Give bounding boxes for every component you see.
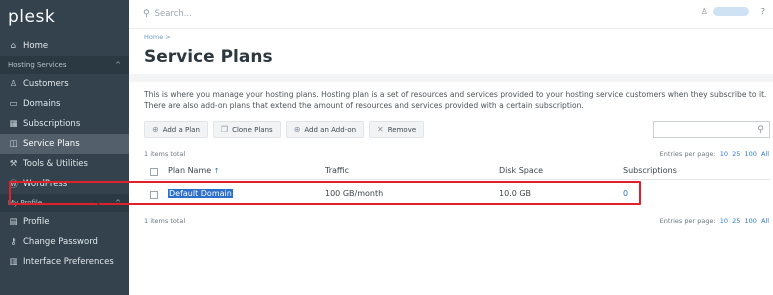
page-title: Service Plans	[144, 47, 273, 67]
layout-icon: ▥	[9, 257, 18, 267]
add-plan-icon: ⊕	[152, 125, 159, 134]
person-icon: ♙	[9, 79, 18, 89]
items-total-bottom: 1 items total	[144, 217, 186, 225]
add-addon-button[interactable]: ⊕ Add an Add-on	[285, 121, 365, 138]
add-addon-icon: ⊕	[293, 125, 301, 134]
search-input[interactable]: Search...	[155, 9, 192, 19]
top-right-controls: ♙ ?	[701, 7, 765, 16]
entries-label: Entries per page:	[659, 217, 716, 225]
sidebar-item-interface-preferences[interactable]: ▥ Interface Preferences	[0, 252, 129, 272]
sidebar-item-label: Subscriptions	[23, 119, 81, 129]
remove-button[interactable]: ✕ Remove	[369, 121, 425, 138]
items-total: 1 items total	[144, 150, 186, 158]
entries-option-all[interactable]: All	[761, 217, 769, 225]
sidebar-item-label: Home	[23, 41, 49, 51]
tools-icon: ⚒	[9, 159, 18, 169]
sidebar-item-change-password[interactable]: ⚷ Change Password	[0, 232, 129, 252]
sidebar-item-label: Interface Preferences	[23, 257, 114, 267]
entries-option-all[interactable]: All	[761, 150, 769, 158]
mouse-cursor-icon: ↖	[93, 198, 102, 209]
monitor-icon: ▭	[9, 99, 18, 109]
button-label: Add a Plan	[162, 125, 200, 134]
global-search[interactable]: ⚲ Search...	[129, 9, 192, 19]
sidebar-item-label: Service Plans	[23, 139, 80, 149]
sidebar-item-tools-utilities[interactable]: ⚒ Tools & Utilities	[0, 154, 129, 174]
clone-plans-button[interactable]: ❐ Clone Plans	[212, 121, 281, 138]
column-subscriptions[interactable]: Subscriptions	[623, 166, 677, 175]
table-header: Plan Name ↑ Traffic Disk Space Subscript…	[144, 164, 770, 180]
remove-icon: ✕	[377, 125, 384, 134]
sidebar-item-home[interactable]: ⌂ Home	[0, 36, 129, 56]
action-toolbar: ⊕ Add a Plan ❐ Clone Plans ⊕ Add an Add-…	[144, 121, 429, 138]
key-icon: ⚷	[10, 237, 17, 247]
sidebar-item-label: Domains	[23, 99, 61, 109]
add-plan-button[interactable]: ⊕ Add a Plan	[144, 121, 208, 138]
plans-icon: ◫	[9, 139, 18, 149]
sidebar-item-subscriptions[interactable]: ▦ Subscriptions	[0, 114, 129, 134]
button-label: Remove	[387, 125, 417, 134]
entries-per-page: Entries per page: 10 25 100 All	[660, 150, 769, 158]
home-icon: ⌂	[10, 41, 17, 51]
entries-option-100[interactable]: 100	[744, 150, 756, 158]
row-highlight-annotation	[9, 181, 641, 205]
sidebar-item-label: Customers	[23, 79, 69, 89]
select-all-checkbox[interactable]	[150, 168, 158, 176]
entries-per-page-bottom: Entries per page: 10 25 100 All	[660, 217, 769, 225]
user-icon[interactable]: ♙	[701, 7, 708, 16]
button-label: Add an Add-on	[304, 125, 357, 134]
sidebar-item-label: Tools & Utilities	[23, 159, 88, 169]
column-plan-name[interactable]: Plan Name ↑	[168, 166, 220, 175]
divider	[129, 74, 773, 82]
column-traffic[interactable]: Traffic	[325, 166, 349, 175]
button-label: Clone Plans	[232, 125, 273, 134]
sidebar-item-domains[interactable]: ▭ Domains	[0, 94, 129, 114]
sort-ascending-icon: ↑	[213, 167, 220, 175]
plesk-logo[interactable]: plesk	[0, 0, 129, 36]
user-name-redacted[interactable]	[712, 7, 749, 16]
help-icon[interactable]: ?	[761, 7, 765, 16]
section-label: Hosting Services	[8, 61, 67, 69]
column-disk-space[interactable]: Disk Space	[499, 166, 543, 175]
search-icon: ⚲	[143, 9, 150, 19]
clone-icon: ❐	[220, 125, 229, 134]
profile-card-icon: ▤	[9, 217, 18, 227]
page-description: This is where you manage your hosting pl…	[144, 90, 767, 110]
entries-label: Entries per page:	[659, 150, 716, 158]
breadcrumb[interactable]: Home >	[144, 33, 171, 41]
sidebar: plesk ⌂ Home Hosting Services ^ ♙ Custome…	[0, 0, 129, 295]
entries-option-25[interactable]: 25	[732, 150, 740, 158]
list-search-input[interactable]: ⚲	[653, 121, 770, 138]
grid-icon: ▦	[9, 119, 18, 129]
sidebar-item-label: Profile	[23, 217, 50, 227]
sidebar-item-service-plans[interactable]: ◫ Service Plans	[0, 134, 129, 154]
entries-option-100[interactable]: 100	[744, 217, 756, 225]
top-bar: ⚲ Search... ♙ ?	[129, 0, 773, 29]
search-icon: ⚲	[757, 124, 764, 135]
sidebar-item-label: Change Password	[23, 237, 98, 247]
main-content: Home > Service Plans This is where you m…	[129, 29, 773, 295]
entries-option-10[interactable]: 10	[720, 217, 728, 225]
chevron-up-icon: ^	[115, 61, 121, 69]
section-hosting-services[interactable]: Hosting Services ^	[0, 56, 129, 74]
column-label: Plan Name	[168, 166, 212, 175]
entries-option-25[interactable]: 25	[732, 217, 740, 225]
entries-option-10[interactable]: 10	[720, 150, 728, 158]
sidebar-item-customers[interactable]: ♙ Customers	[0, 74, 129, 94]
sidebar-item-profile[interactable]: ▤ Profile	[0, 212, 129, 232]
